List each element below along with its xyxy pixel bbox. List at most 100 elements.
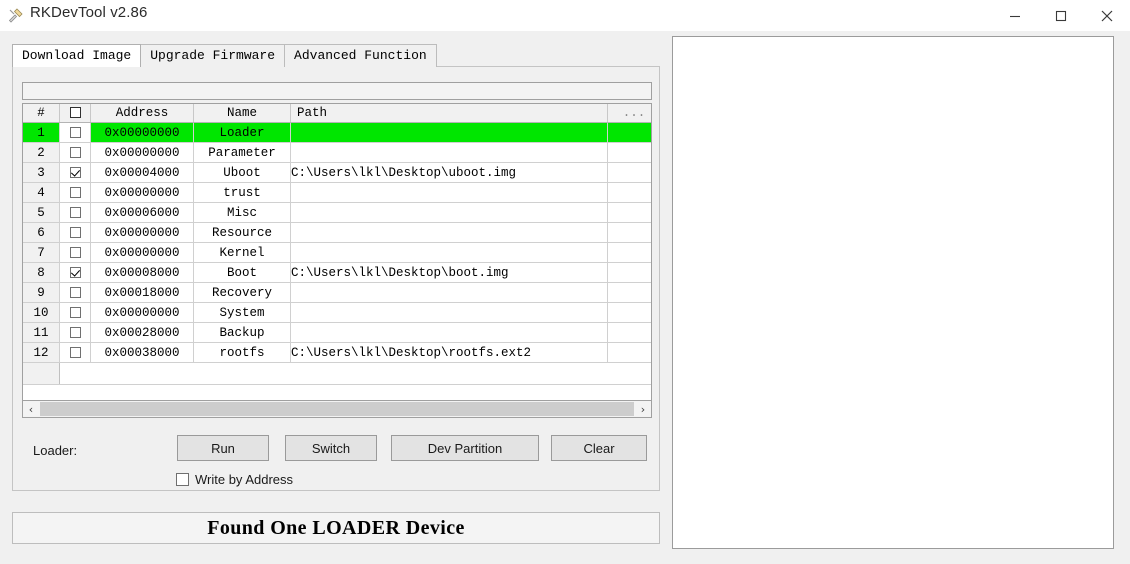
row-checkbox[interactable] xyxy=(59,282,91,303)
partition-grid[interactable]: # Address Name Path ... 1 0x00000000 Loa… xyxy=(22,103,652,401)
row-checkbox-icon[interactable] xyxy=(69,246,81,258)
status-bar: Found One LOADER Device xyxy=(12,512,660,544)
row-more[interactable] xyxy=(607,302,651,323)
grid-horizontal-scrollbar[interactable]: ‹ › xyxy=(22,401,652,418)
row-index: 7 xyxy=(23,242,60,263)
row-more[interactable] xyxy=(607,262,651,283)
row-name: Recovery xyxy=(193,282,291,303)
row-empty-area xyxy=(59,362,651,385)
row-checkbox[interactable] xyxy=(59,242,91,263)
row-checkbox[interactable] xyxy=(59,222,91,243)
row-checkbox[interactable] xyxy=(59,122,91,143)
row-checkbox-icon[interactable] xyxy=(69,206,81,218)
row-more[interactable] xyxy=(607,182,651,203)
row-name: Misc xyxy=(193,202,291,223)
row-index: 11 xyxy=(23,322,60,343)
row-address: 0x00004000 xyxy=(90,162,194,183)
scroll-left-icon[interactable]: ‹ xyxy=(23,402,39,417)
row-more[interactable] xyxy=(607,322,651,343)
log-output-panel[interactable] xyxy=(672,36,1114,549)
row-path[interactable]: C:\Users\lkl\Desktop\uboot.img xyxy=(290,162,608,183)
row-more[interactable] xyxy=(607,202,651,223)
row-checkbox-icon[interactable] xyxy=(69,186,81,198)
tool-icon xyxy=(7,7,24,24)
row-more[interactable] xyxy=(607,342,651,363)
row-path[interactable] xyxy=(290,322,608,343)
grid-header-row: # Address Name Path ... xyxy=(23,104,651,123)
header-name[interactable]: Name xyxy=(193,104,291,123)
table-row[interactable]: 7 0x00000000 Kernel xyxy=(23,242,651,263)
select-all-checkbox-icon[interactable] xyxy=(69,107,81,119)
table-row[interactable]: 2 0x00000000 Parameter xyxy=(23,142,651,163)
row-address: 0x00018000 xyxy=(90,282,194,303)
row-path[interactable] xyxy=(290,222,608,243)
row-more[interactable] xyxy=(607,162,651,183)
header-address[interactable]: Address xyxy=(90,104,194,123)
write-by-address-checkbox-icon[interactable] xyxy=(176,473,189,486)
close-button[interactable] xyxy=(1084,0,1130,31)
row-checkbox[interactable] xyxy=(59,302,91,323)
tab-advanced-function[interactable]: Advanced Function xyxy=(284,44,437,67)
row-checkbox[interactable] xyxy=(59,162,91,183)
row-checkbox-icon[interactable] xyxy=(69,286,81,298)
row-checkbox-icon[interactable] xyxy=(69,266,81,278)
tab-upgrade-firmware[interactable]: Upgrade Firmware xyxy=(140,44,286,67)
row-more[interactable] xyxy=(607,282,651,303)
scrollbar-thumb[interactable] xyxy=(40,402,634,416)
row-checkbox-icon[interactable] xyxy=(69,166,81,178)
row-checkbox[interactable] xyxy=(59,342,91,363)
row-path[interactable] xyxy=(290,182,608,203)
row-name: rootfs xyxy=(193,342,291,363)
maximize-button[interactable] xyxy=(1038,0,1084,31)
row-path[interactable]: C:\Users\lkl\Desktop\rootfs.ext2 xyxy=(290,342,608,363)
row-path[interactable] xyxy=(290,142,608,163)
row-checkbox[interactable] xyxy=(59,182,91,203)
table-row[interactable]: 3 0x00004000 Uboot C:\Users\lkl\Desktop\… xyxy=(23,162,651,183)
header-path[interactable]: Path xyxy=(290,104,608,123)
switch-button[interactable]: Switch xyxy=(285,435,377,461)
row-name: Boot xyxy=(193,262,291,283)
status-message: Found One LOADER Device xyxy=(207,516,465,539)
row-checkbox-icon[interactable] xyxy=(69,346,81,358)
table-row[interactable]: 4 0x00000000 trust xyxy=(23,182,651,203)
row-checkbox-icon[interactable] xyxy=(69,306,81,318)
clear-button[interactable]: Clear xyxy=(551,435,647,461)
row-checkbox-icon[interactable] xyxy=(69,126,81,138)
row-checkbox-icon[interactable] xyxy=(69,226,81,238)
row-more[interactable] xyxy=(607,242,651,263)
table-row[interactable]: 9 0x00018000 Recovery xyxy=(23,282,651,303)
minimize-button[interactable] xyxy=(992,0,1038,31)
table-row[interactable]: 5 0x00006000 Misc xyxy=(23,202,651,223)
row-address: 0x00000000 xyxy=(90,242,194,263)
row-index: 6 xyxy=(23,222,60,243)
header-index: # xyxy=(23,104,60,123)
row-path[interactable]: C:\Users\lkl\Desktop\boot.img xyxy=(290,262,608,283)
row-path[interactable] xyxy=(290,242,608,263)
table-row[interactable]: 6 0x00000000 Resource xyxy=(23,222,651,243)
row-checkbox[interactable] xyxy=(59,322,91,343)
scroll-right-icon[interactable]: › xyxy=(635,402,651,417)
row-checkbox[interactable] xyxy=(59,262,91,283)
table-row[interactable]: 12 0x00038000 rootfs C:\Users\lkl\Deskto… xyxy=(23,342,651,363)
row-more[interactable] xyxy=(607,222,651,243)
run-button[interactable]: Run xyxy=(177,435,269,461)
table-row[interactable]: 10 0x00000000 System xyxy=(23,302,651,323)
table-row[interactable]: 8 0x00008000 Boot C:\Users\lkl\Desktop\b… xyxy=(23,262,651,283)
row-checkbox-icon[interactable] xyxy=(69,146,81,158)
row-more[interactable] xyxy=(607,122,651,143)
header-more[interactable]: ... xyxy=(607,104,651,123)
table-row[interactable]: 11 0x00028000 Backup xyxy=(23,322,651,343)
row-path[interactable] xyxy=(290,302,608,323)
row-checkbox[interactable] xyxy=(59,202,91,223)
tab-download-image[interactable]: Download Image xyxy=(12,44,142,67)
row-checkbox[interactable] xyxy=(59,142,91,163)
dev-partition-button[interactable]: Dev Partition xyxy=(391,435,539,461)
write-by-address-checkbox[interactable]: Write by Address xyxy=(176,472,293,487)
row-path[interactable] xyxy=(290,282,608,303)
table-row[interactable]: 1 0x00000000 Loader xyxy=(23,122,651,143)
row-checkbox-icon[interactable] xyxy=(69,326,81,338)
row-path[interactable] xyxy=(290,122,608,143)
row-path[interactable] xyxy=(290,202,608,223)
row-more[interactable] xyxy=(607,142,651,163)
header-select-all[interactable] xyxy=(59,104,91,123)
